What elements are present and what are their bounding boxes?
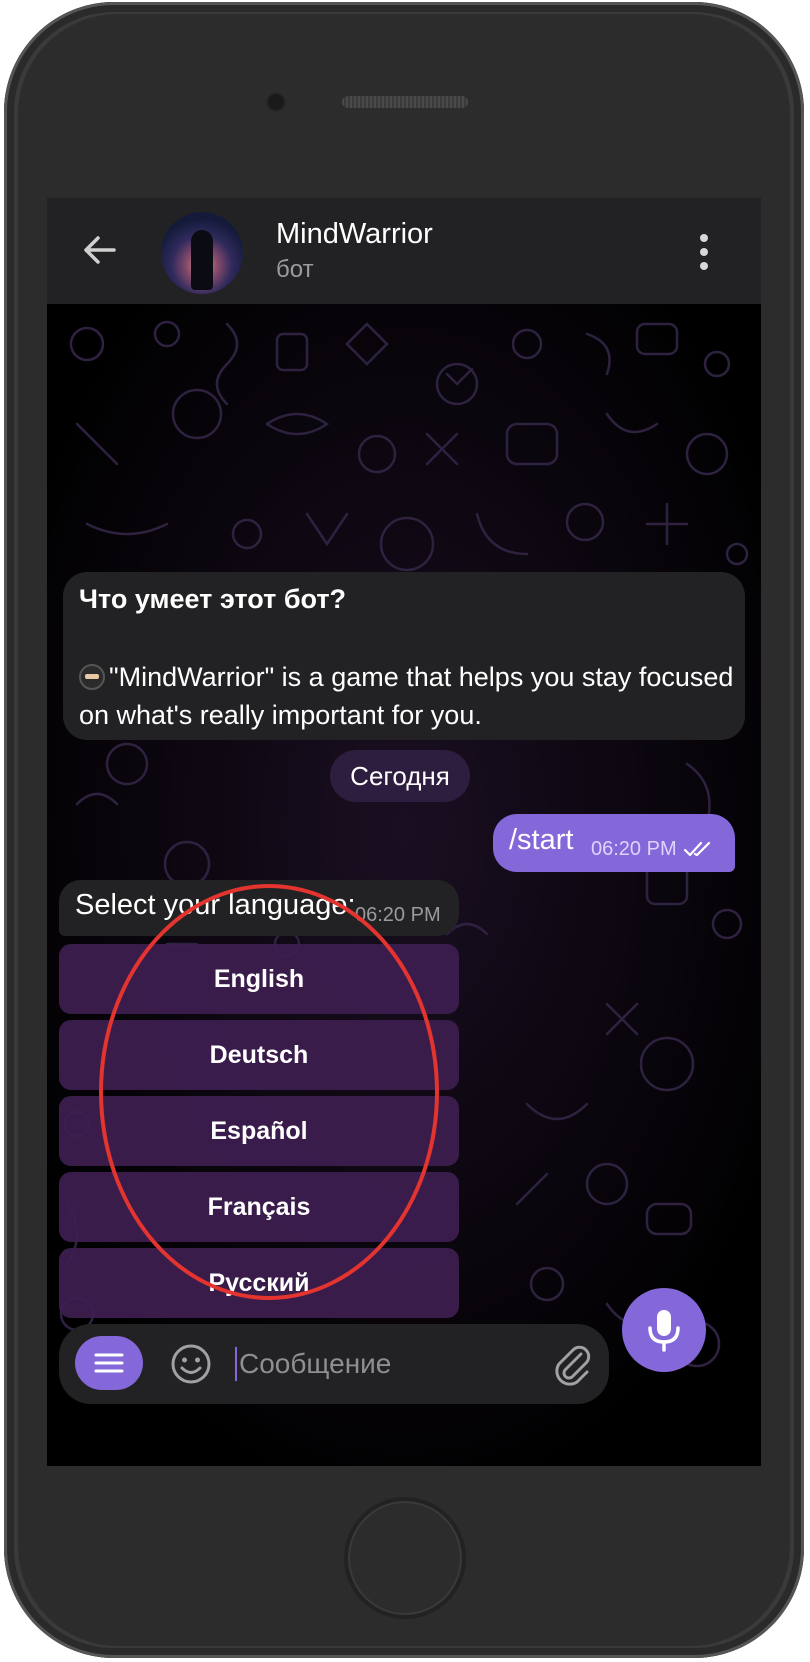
message-composer: Сообщение	[59, 1324, 609, 1404]
bot-info-body: "MindWarrior" is a game that helps you s…	[79, 658, 739, 734]
microphone-icon	[648, 1310, 680, 1352]
back-button[interactable]	[77, 228, 121, 272]
bot-info-text: "MindWarrior" is a game that helps you s…	[79, 662, 734, 730]
more-options-button[interactable]	[689, 230, 719, 274]
earpiece-speaker	[342, 96, 468, 108]
home-button[interactable]	[344, 1497, 466, 1619]
date-separator: Сегодня	[330, 750, 470, 802]
front-camera	[268, 94, 284, 110]
bot-info-title: Что умеет этот бот?	[79, 584, 347, 614]
outgoing-message-time: 06:20 PM	[591, 838, 677, 860]
hamburger-icon	[94, 1353, 124, 1373]
bot-avatar[interactable]	[161, 212, 243, 294]
outgoing-message-text: /start	[509, 824, 574, 856]
language-button-russian[interactable]: Русский	[59, 1248, 459, 1318]
voice-record-button[interactable]	[622, 1288, 706, 1372]
language-button-francais[interactable]: Français	[59, 1172, 459, 1242]
language-button-english[interactable]: English	[59, 944, 459, 1014]
more-vertical-icon	[700, 234, 708, 242]
ninja-emoji-icon	[79, 664, 105, 690]
screen: MindWarrior бот Что умеет этот бот? "Min…	[47, 198, 761, 1466]
language-button-espanol[interactable]: Español	[59, 1096, 459, 1166]
outgoing-message[interactable]: /start 06:20 PM	[493, 814, 735, 872]
more-vertical-icon-dot	[700, 248, 708, 256]
text-caret	[235, 1347, 237, 1381]
more-vertical-icon-dot	[700, 262, 708, 270]
incoming-message-text: Select your language:	[75, 889, 356, 921]
paperclip-icon[interactable]	[551, 1342, 593, 1386]
message-input-placeholder: Сообщение	[239, 1348, 392, 1379]
message-input[interactable]: Сообщение	[235, 1344, 535, 1384]
incoming-message[interactable]: Select your language: 06:20 PM	[59, 880, 459, 936]
bot-info-bubble: Что умеет этот бот? "MindWarrior" is a g…	[63, 572, 745, 740]
smile-icon[interactable]	[169, 1342, 213, 1386]
incoming-message-time: 06:20 PM	[355, 904, 441, 926]
language-button-deutsch[interactable]: Deutsch	[59, 1020, 459, 1090]
chat-header: MindWarrior бот	[47, 198, 761, 304]
avatar-figure	[191, 230, 213, 290]
chat-subtitle: бот	[276, 256, 314, 283]
bot-menu-button[interactable]	[75, 1336, 143, 1390]
chat-title[interactable]: MindWarrior	[276, 218, 433, 251]
arrow-left-icon	[84, 236, 116, 264]
double-check-icon	[683, 841, 711, 857]
